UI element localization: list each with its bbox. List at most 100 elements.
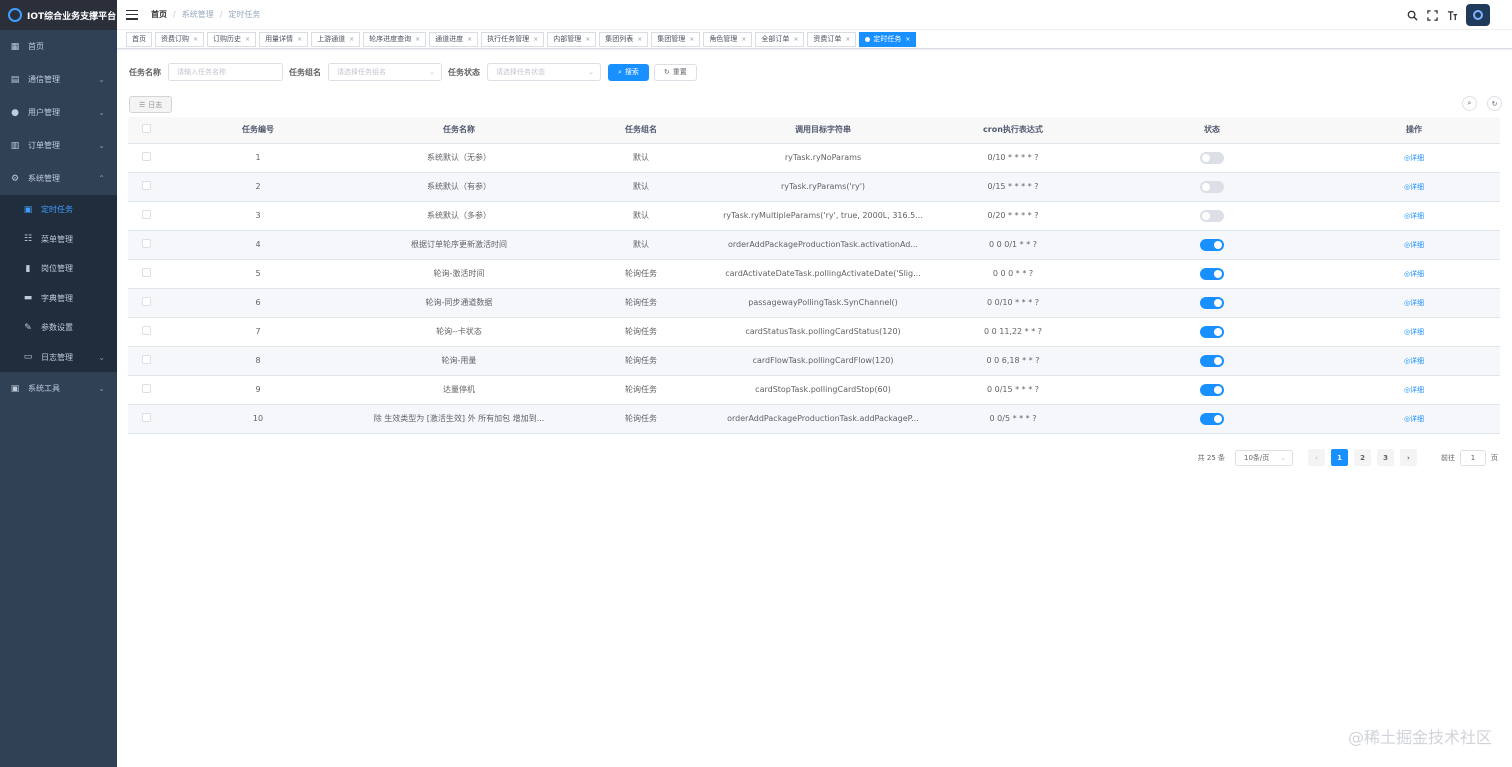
table-row[interactable]: 9 达量停机 轮询任务 cardStopTask.pollingCardStop(60…: [128, 375, 1500, 405]
select-all-checkbox[interactable]: [128, 117, 164, 144]
status-switch[interactable]: [1200, 354, 1224, 367]
tag-11[interactable]: 角色管理 ×: [703, 31, 753, 47]
close-icon[interactable]: ×: [585, 36, 590, 43]
sidebar-item-main-0[interactable]: ▦ 首页: [0, 30, 117, 63]
tag-5[interactable]: 轮序进度查询 ×: [363, 31, 427, 47]
close-icon[interactable]: ×: [193, 36, 198, 43]
goto-page-input[interactable]: 1: [1460, 449, 1486, 466]
detail-link[interactable]: ◎详细: [1404, 357, 1424, 365]
close-icon[interactable]: ×: [415, 36, 420, 43]
table-row[interactable]: 1 系统默认（无参） 默认 ryTask.ryNoParams 0/10 * * * *…: [128, 143, 1500, 173]
status-switch[interactable]: [1200, 267, 1224, 280]
table-row[interactable]: 2 系统默认（有参） 默认 ryTask.ryParams('ry') 0/15 * *…: [128, 172, 1500, 202]
close-icon[interactable]: ×: [845, 36, 850, 43]
detail-link[interactable]: ◎详细: [1404, 270, 1424, 278]
close-icon[interactable]: ×: [637, 36, 642, 43]
tag-12[interactable]: 全部订单 ×: [755, 31, 805, 47]
sidebar-item-main-4[interactable]: ⚙ 系统管理 ⌃: [0, 162, 117, 195]
detail-link[interactable]: ◎详细: [1404, 212, 1424, 220]
detail-link[interactable]: ◎详细: [1404, 299, 1424, 307]
sidebar-item-sub-0[interactable]: ▣ 定时任务: [0, 195, 117, 225]
detail-link[interactable]: ◎详细: [1404, 415, 1424, 423]
sidebar-item-main-2[interactable]: ● 用户管理 ⌄: [0, 96, 117, 129]
log-button[interactable]: ☰ 日志: [129, 96, 173, 113]
row-checkbox[interactable]: [128, 288, 164, 318]
tag-2[interactable]: 订购历史 ×: [207, 31, 257, 47]
status-switch[interactable]: [1200, 383, 1224, 396]
tag-4[interactable]: 上游通道 ×: [311, 31, 361, 47]
task-status-select[interactable]: 请选择任务状态 ⌄: [487, 63, 601, 81]
search-button[interactable]: ⌕ 搜索: [608, 63, 649, 81]
fullscreen-icon[interactable]: [1422, 5, 1442, 25]
row-checkbox[interactable]: [128, 404, 164, 434]
close-icon[interactable]: ×: [245, 36, 250, 43]
close-icon[interactable]: ×: [467, 36, 472, 43]
tag-0[interactable]: 首页: [126, 31, 152, 47]
refresh-icon[interactable]: ↻: [1487, 96, 1502, 111]
page-button-2[interactable]: 2: [1354, 449, 1371, 466]
tag-7[interactable]: 执行任务管理 ×: [481, 31, 545, 47]
sidebar-item-sub-3[interactable]: ▬ 字典管理: [0, 284, 117, 314]
sidebar-item-sub-1[interactable]: ☷ 菜单管理: [0, 225, 117, 255]
next-page-button[interactable]: ›: [1400, 449, 1417, 466]
row-checkbox[interactable]: [128, 230, 164, 260]
close-icon[interactable]: ×: [533, 36, 538, 43]
task-group-select[interactable]: 请选择任务组名 ⌄: [328, 63, 442, 81]
close-icon[interactable]: ×: [297, 36, 302, 43]
toggle-search-icon[interactable]: ⌕: [1462, 96, 1477, 111]
row-checkbox[interactable]: [128, 201, 164, 231]
detail-link[interactable]: ◎详细: [1404, 154, 1424, 162]
tag-13[interactable]: 资费订单 ×: [807, 31, 857, 47]
tag-8[interactable]: 内部管理 ×: [547, 31, 597, 47]
sidebar-item-sub-4[interactable]: ✎ 参数设置: [0, 313, 117, 343]
tag-6[interactable]: 通道进度 ×: [429, 31, 479, 47]
search-icon[interactable]: [1402, 5, 1422, 25]
table-row[interactable]: 4 根据订单轮序更新激活时间 默认 orderAddPackageProduction…: [128, 230, 1500, 260]
reset-button[interactable]: ↻ 重置: [653, 63, 697, 81]
table-row[interactable]: 8 轮询-用量 轮询任务 cardFlowTask.pollingCardFlow(1…: [128, 346, 1500, 376]
tag-14[interactable]: 定时任务 ×: [859, 31, 917, 47]
hamburger-icon[interactable]: [126, 9, 138, 20]
table-row[interactable]: 3 系统默认（多参） 默认 ryTask.ryMultipleParams('ry',…: [128, 201, 1500, 231]
page-button-1[interactable]: 1: [1331, 449, 1348, 466]
avatar[interactable]: [1466, 4, 1490, 26]
status-switch[interactable]: [1200, 296, 1224, 309]
tag-3[interactable]: 用量详情 ×: [259, 31, 309, 47]
status-switch[interactable]: [1200, 412, 1224, 425]
detail-link[interactable]: ◎详细: [1404, 328, 1424, 336]
prev-page-button[interactable]: ‹: [1308, 449, 1325, 466]
row-checkbox[interactable]: [128, 317, 164, 347]
detail-link[interactable]: ◎详细: [1404, 183, 1424, 191]
breadcrumb-home[interactable]: 首页: [151, 9, 167, 20]
font-size-icon[interactable]: [1442, 5, 1462, 25]
tag-9[interactable]: 集团列表 ×: [599, 31, 649, 47]
tag-1[interactable]: 资费订购 ×: [155, 31, 205, 47]
logo[interactable]: IOT综合业务支撑平台: [0, 0, 117, 30]
detail-link[interactable]: ◎详细: [1404, 241, 1424, 249]
close-icon[interactable]: ×: [741, 36, 746, 43]
sidebar-item-sub-5[interactable]: ▭ 日志管理 ⌄: [0, 343, 117, 373]
sidebar-item-tools[interactable]: ▣ 系统工具 ⌄: [0, 372, 117, 405]
sidebar-item-main-1[interactable]: ▤ 通信管理 ⌄: [0, 63, 117, 96]
close-icon[interactable]: ×: [905, 36, 910, 43]
close-icon[interactable]: ×: [793, 36, 798, 43]
table-row[interactable]: 5 轮询-激活时间 轮询任务 cardActivateDateTask.polling…: [128, 259, 1500, 289]
table-row[interactable]: 6 轮询-同步通道数据 轮询任务 passagewayPollingTask.SynC…: [128, 288, 1500, 318]
row-checkbox[interactable]: [128, 259, 164, 289]
status-switch[interactable]: [1200, 151, 1224, 164]
row-checkbox[interactable]: [128, 143, 164, 173]
table-row[interactable]: 10 除 生效类型为 [激活生效] 外 所有加包 增加到... 轮询任务 orderA…: [128, 404, 1500, 434]
tag-10[interactable]: 集团管理 ×: [651, 31, 701, 47]
close-icon[interactable]: ×: [349, 36, 354, 43]
row-checkbox[interactable]: [128, 172, 164, 202]
sidebar-item-sub-2[interactable]: ▮ 岗位管理: [0, 254, 117, 284]
task-name-input[interactable]: 请输入任务名称: [168, 63, 283, 81]
sidebar-item-main-3[interactable]: ▥ 订单管理 ⌄: [0, 129, 117, 162]
row-checkbox[interactable]: [128, 375, 164, 405]
status-switch[interactable]: [1200, 180, 1224, 193]
table-row[interactable]: 7 轮询--卡状态 轮询任务 cardStatusTask.pollingCardSt…: [128, 317, 1500, 347]
close-icon[interactable]: ×: [689, 36, 694, 43]
row-checkbox[interactable]: [128, 346, 164, 376]
page-button-3[interactable]: 3: [1377, 449, 1394, 466]
status-switch[interactable]: [1200, 325, 1224, 338]
